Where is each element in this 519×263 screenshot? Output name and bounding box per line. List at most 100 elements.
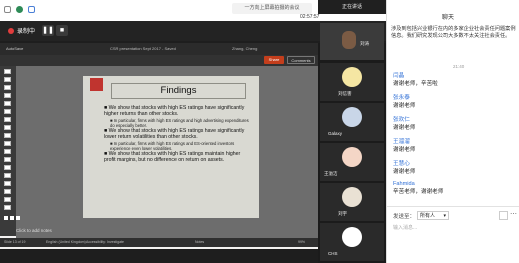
- subbullet-2: In particular, firms with high ES rating…: [110, 141, 235, 152]
- chat-divider: [393, 16, 395, 18]
- chat-sender: 王溜溜: [393, 139, 410, 145]
- comments-button[interactable]: Comments: [287, 56, 315, 64]
- more-icon[interactable]: ⋯: [509, 211, 518, 220]
- overlay-menu-icon: [16, 216, 20, 220]
- participant-name: CHS: [328, 251, 338, 256]
- slide-thumbnail[interactable]: [4, 181, 11, 186]
- slide-thumbnail[interactable]: [4, 205, 11, 210]
- participant-tile[interactable]: 刘信害: [320, 63, 384, 101]
- bullet-2: We show that stocks with high ES ratings…: [104, 128, 245, 141]
- overlay-video-icon: [4, 216, 8, 220]
- chat-message: 王溜溜 谢谢老师: [393, 137, 513, 159]
- send-to-select[interactable]: 所有人 ▾: [417, 211, 449, 220]
- participant-tile[interactable]: 刘宇: [320, 183, 384, 221]
- chat-sender: 张欢仁: [393, 117, 410, 123]
- overlay-mic-icon: [10, 216, 14, 220]
- avatar: [342, 67, 362, 87]
- slide-count: Slide 13 of 19: [4, 240, 26, 244]
- chat-sender: 王慧心: [393, 161, 410, 167]
- chat-header: 聊天: [442, 15, 455, 21]
- chat-message: 张永泰 谢谢老师: [393, 93, 513, 115]
- zoom-level[interactable]: 99%: [298, 240, 305, 244]
- slide-thumbnail[interactable]: [4, 197, 11, 202]
- chat-message: Fahmida 辛苦老师，谢谢老师: [393, 181, 513, 203]
- slide-thumbnail[interactable]: [4, 77, 11, 82]
- slide-thumbnail[interactable]: [4, 117, 11, 122]
- screen-share-icon[interactable]: [4, 6, 11, 13]
- participant-tile[interactable]: 王溢洁: [320, 143, 384, 181]
- bullet-3: We show that stocks with high ES ratings…: [104, 151, 241, 164]
- slide-thumbnail[interactable]: [4, 173, 11, 178]
- bullet-1-wrap: ■ We show that stocks with high ES ratin…: [104, 105, 245, 117]
- record-icon: [8, 28, 14, 34]
- slide-thumbnail[interactable]: [4, 109, 11, 114]
- chat-text: 谢谢老师: [393, 125, 416, 131]
- participant-tile[interactable]: CHS: [320, 223, 384, 261]
- chevron-down-icon: ▾: [443, 213, 446, 219]
- bullet-3-wrap: ■ We show that stocks with high ES ratin…: [104, 151, 241, 164]
- ppt-statusbar: Slide 13 of 19 English (United Kingdom) …: [0, 238, 318, 247]
- ppt-title: CSR presentation Sept 2017 - Saved: [110, 46, 176, 51]
- ppt-user: Zhang, Cheng: [232, 46, 258, 51]
- subbullet-2-wrap: ■ In particular, firms with high ES rati…: [110, 141, 235, 152]
- notes-toggle[interactable]: Notes: [195, 240, 204, 244]
- subbullet-1-wrap: ■ In particular, firms with high ES rati…: [110, 117, 249, 129]
- slide-thumbnail[interactable]: [4, 189, 11, 194]
- slide-title[interactable]: Findings: [111, 83, 246, 99]
- participant-tile[interactable]: Galaxy: [320, 103, 384, 141]
- slide-thumbnail[interactable]: [4, 149, 11, 154]
- slide-thumbnail[interactable]: [4, 141, 11, 146]
- chat-text: 谢谢老师: [393, 169, 416, 175]
- send-to-label: 发送至：: [393, 214, 416, 220]
- chat-text: 谢谢老师: [393, 103, 416, 109]
- slide-thumbnail[interactable]: [4, 125, 11, 130]
- chat-message: 张欢仁 谢谢老师: [393, 115, 513, 137]
- chat-divider: [387, 206, 519, 207]
- chat-input[interactable]: 输入消息...: [393, 224, 514, 256]
- chat-intro: 涉及到包括兴业银行在内的多家企业社会责任问题案例信息。我们研究发现公司大多数不太…: [391, 26, 516, 39]
- slide-thumbnails: [0, 66, 16, 236]
- ppt-ribbon: FileHomeInsertDesignTransitionsAnimation…: [0, 55, 318, 72]
- signal-icon: [28, 6, 35, 13]
- recording-label: 录制中: [17, 29, 36, 35]
- participant-name: 王溢洁: [324, 171, 338, 176]
- slide-thumbnail[interactable]: [4, 133, 11, 138]
- chat-sender: 张永泰: [393, 95, 410, 101]
- share-button[interactable]: Share: [264, 56, 284, 64]
- chat-panel: 聊天 涉及到包括兴业银行在内的多家企业社会责任问题案例信息。我们研究发现公司大多…: [386, 0, 519, 263]
- file-icon[interactable]: [499, 211, 508, 220]
- slide-thumbnail[interactable]: [4, 85, 11, 90]
- pause-icon[interactable]: ❚❚: [42, 25, 54, 36]
- chat-text: 谢谢老师，辛苦啦: [393, 81, 438, 87]
- meeting-topic[interactable]: 一方向上屏幕拍摄的会议: [232, 3, 312, 14]
- participant-name: 刘涛: [360, 41, 369, 46]
- chat-text: 辛苦老师，谢谢老师: [393, 189, 444, 195]
- accessibility[interactable]: Accessibility: Investigate: [86, 240, 124, 244]
- slide-thumbnail[interactable]: [4, 101, 11, 106]
- slide-thumbnail[interactable]: [4, 93, 11, 98]
- notes-placeholder[interactable]: Click to add notes: [16, 228, 52, 233]
- stop-icon[interactable]: ■: [56, 25, 68, 36]
- speaking-label: 正在讲话: [318, 0, 386, 14]
- avatar: [342, 107, 362, 127]
- chat-text: 谢谢老师: [393, 147, 416, 153]
- slide-thumbnail[interactable]: [4, 157, 11, 162]
- chat-sender: 闫晶: [393, 73, 405, 79]
- slide-thumbnail[interactable]: [4, 69, 11, 74]
- security-icon[interactable]: [16, 6, 23, 13]
- autosave-label: AutoSave: [6, 46, 24, 51]
- slide-bullets[interactable]: ■ We show that stocks with high ES ratin…: [104, 105, 252, 164]
- language[interactable]: English (United Kingdom): [46, 240, 86, 244]
- slide-accent-square: [90, 78, 103, 91]
- video-feed: [342, 31, 356, 49]
- bullet-2-wrap: ■ We show that stocks with high ES ratin…: [104, 128, 245, 141]
- avatar: [342, 147, 362, 167]
- slide-thumbnail[interactable]: [4, 165, 11, 170]
- chat-messages: 闫晶 谢谢老师，辛苦啦 张永泰 谢谢老师 张欢仁 谢谢老师 王溜溜 谢谢老师 王…: [393, 71, 513, 203]
- chat-message: 王慧心 谢谢老师: [393, 159, 513, 181]
- bullet-1: We show that stocks with high ES ratings…: [104, 105, 245, 117]
- avatar: [342, 187, 362, 207]
- chat-time: 21:40: [453, 64, 465, 69]
- participant-name: 刘宇: [338, 211, 347, 216]
- participant-tile[interactable]: 刘涛: [320, 23, 384, 60]
